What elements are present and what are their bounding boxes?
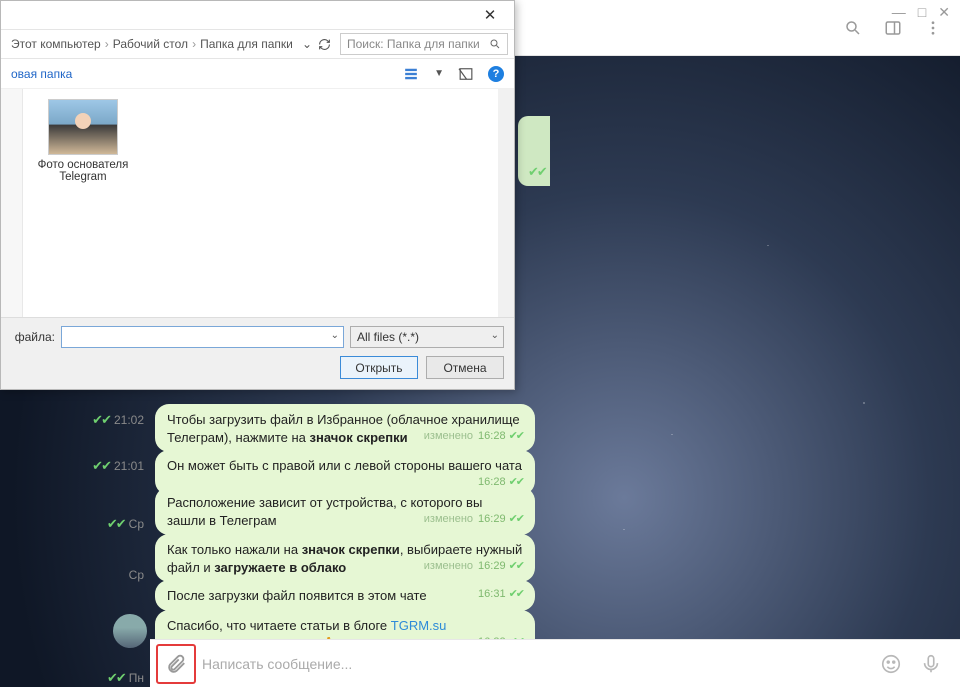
window-controls: — □ ✕ [892,4,950,21]
message-bubble[interactable]: Чтобы загрузить файл в Избранное (облачн… [155,404,535,452]
filter-value: All files (*.*) [357,330,419,344]
file-open-dialog: ✕ Этот компьютер› Рабочий стол› Папка дл… [0,0,515,390]
breadcrumb[interactable]: Этот компьютер› Рабочий стол› Папка для … [1,37,300,51]
filename-input[interactable]: ⌄ [61,326,344,348]
open-button[interactable]: Открыть [340,356,418,379]
checks-icon: ✔✔ [509,587,523,602]
new-folder-link[interactable]: овая папка [11,67,72,81]
window-maximize[interactable]: □ [918,4,926,21]
file-type-filter[interactable]: All files (*.*) ⌄ [350,326,504,348]
search-icon [489,38,501,50]
attach-button-highlight [156,644,196,684]
search-icon[interactable] [844,19,862,37]
view-dropdown-icon[interactable]: ▼ [434,68,444,79]
dialog-sidebar [1,89,23,317]
chat-list-time: ✔✔21:02 [92,412,144,428]
search-placeholder: Поиск: Папка для папки [347,37,480,51]
checks-icon: ✔✔ [509,512,523,527]
message-text: После загрузки файл появится в этом чате [167,588,427,603]
dialog-footer: файла: ⌄ All files (*.*) ⌄ Открыть Отмен… [1,317,514,389]
path-dropdown-icon[interactable]: ⌄ [300,37,314,51]
dialog-nav: Этот компьютер› Рабочий стол› Папка для … [1,29,514,59]
breadcrumb-seg[interactable]: Папка для папки [200,37,293,51]
chat-list-time: ✔✔Ср [107,516,144,532]
scrollbar[interactable] [498,89,514,317]
file-thumbnail [48,99,118,155]
file-item[interactable]: Фото основателя Telegram [33,99,133,183]
cancel-button[interactable]: Отмена [426,356,504,379]
dialog-toolbar: овая папка ▼ ? [1,59,514,89]
microphone-icon[interactable] [920,653,942,675]
dialog-titlebar: ✕ [1,1,514,29]
help-icon[interactable]: ? [488,66,504,82]
more-icon[interactable] [924,19,942,37]
sidepanel-icon[interactable] [884,19,902,37]
filename-label: файла: [11,330,55,344]
paperclip-icon[interactable] [165,653,187,675]
avatar[interactable] [113,614,147,648]
checks-icon: ✔✔ [509,429,523,444]
dialog-search[interactable]: Поиск: Папка для папки [340,33,508,55]
checks-icon: ✔✔ [107,670,125,686]
dialog-body: Фото основателя Telegram [1,89,514,317]
message-input-bar [150,639,960,687]
dialog-close-button[interactable]: ✕ [472,4,508,26]
chat-list-time: Ср [129,568,144,582]
message-bubble[interactable]: После загрузки файл появится в этом чате… [155,580,535,611]
message-text: Он может быть с правой или с левой сторо… [167,458,522,473]
breadcrumb-seg[interactable]: Этот компьютер [11,37,101,51]
window-minimize[interactable]: — [892,4,906,21]
checks-icon: ✔✔ [509,559,523,574]
chevron-down-icon[interactable]: ⌄ [491,330,499,341]
emoji-icon[interactable] [880,653,902,675]
checks-icon: ✔✔ [92,458,110,474]
message-bubble[interactable]: Расположение зависит от устройства, с ко… [155,487,535,535]
window-close[interactable]: ✕ [938,4,950,21]
chevron-down-icon[interactable]: ⌄ [331,330,339,341]
chat-list-time: ✔✔21:01 [92,458,144,474]
file-label: Фото основателя Telegram [33,159,133,183]
breadcrumb-seg[interactable]: Рабочий стол [113,37,188,51]
message-bubble[interactable]: Как только нажали на значок скрепки, выб… [155,534,535,582]
message-input[interactable] [202,656,862,672]
dialog-file-list[interactable]: Фото основателя Telegram [23,89,514,317]
checks-icon: ✔✔ [92,412,110,428]
chat-list-time: ✔✔Пн [107,670,144,686]
view-mode-icon[interactable] [402,67,420,81]
preview-pane-icon[interactable] [458,67,474,81]
refresh-icon[interactable] [314,38,334,51]
checks-icon: ✔✔ [107,516,125,532]
